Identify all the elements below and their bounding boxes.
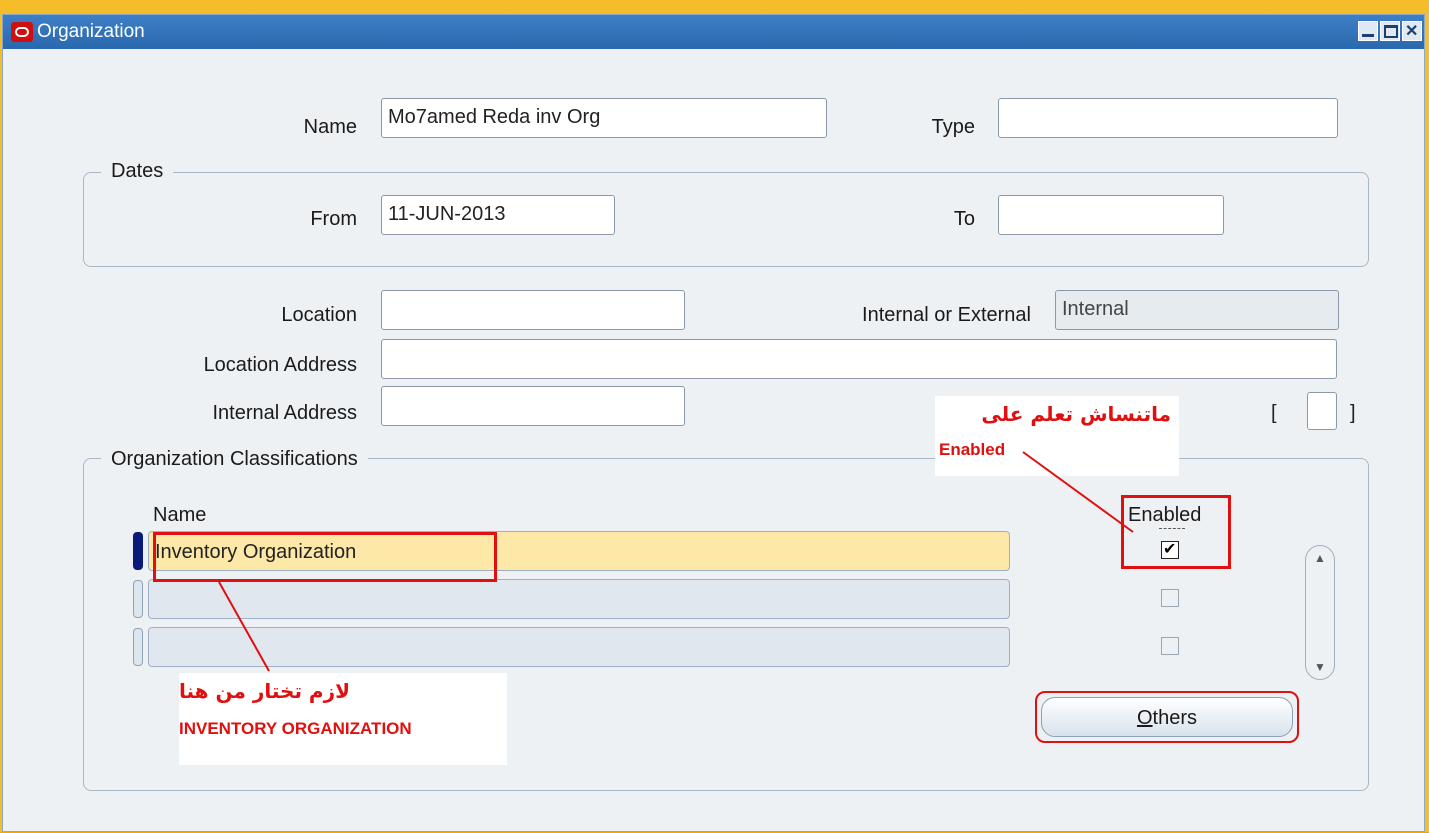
- right-frame-edge: [1425, 0, 1429, 832]
- annotation-arrows: [218, 451, 1134, 672]
- inventory-arrow: [218, 581, 270, 672]
- organization-window: Organization Name Mo7amed Reda inv Org T…: [2, 14, 1425, 832]
- enabled-arrow: [1022, 451, 1134, 533]
